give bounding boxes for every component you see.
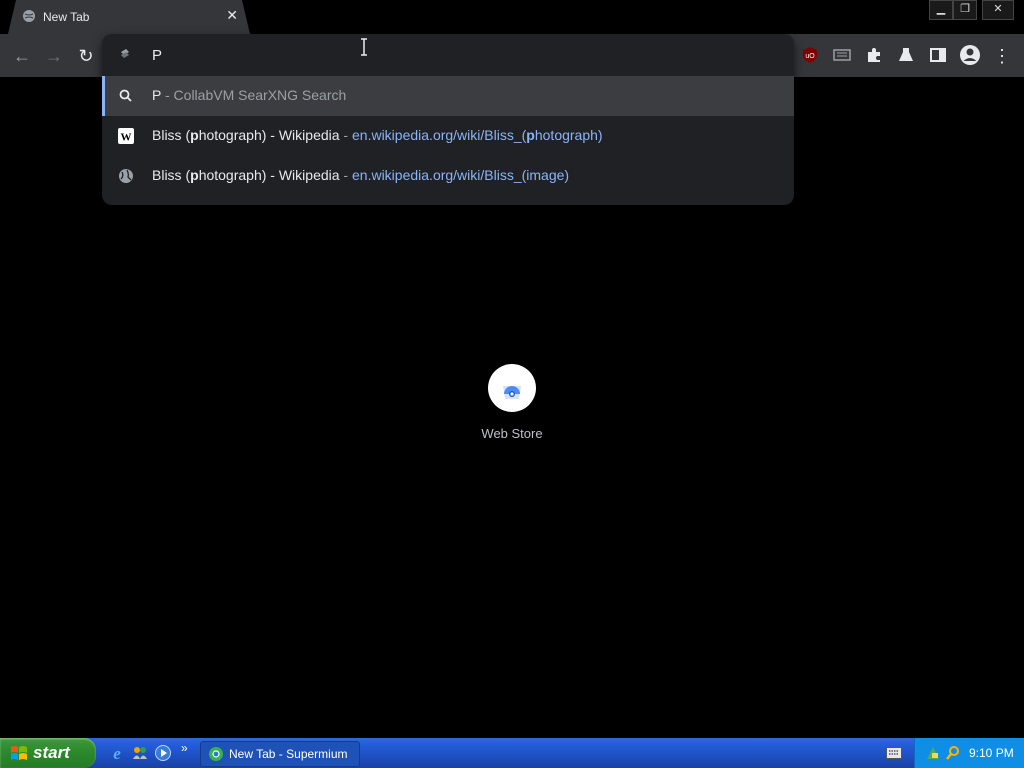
suggestion-title-match: p: [190, 127, 199, 143]
suggestion-text: Bliss (photograph) - Wikipedia - en.wiki…: [152, 167, 569, 183]
suggestion-title-rest: hotograph) - Wikipedia: [198, 167, 340, 183]
shortcut-label: Web Store: [481, 426, 543, 441]
system-tray: 9:10 PM: [914, 738, 1024, 768]
extension-grid-icon[interactable]: [832, 45, 852, 65]
site-info-icon[interactable]: [118, 46, 132, 60]
media-player-icon[interactable]: [154, 744, 172, 762]
omnibox-input-row: [102, 34, 794, 74]
menu-kebab-icon[interactable]: ⋮: [990, 44, 1014, 68]
suggestion-url-rest: hotograph): [534, 127, 603, 143]
quicklaunch-chevron[interactable]: »: [181, 741, 188, 755]
search-icon: [119, 89, 132, 102]
wikipedia-icon: W: [118, 128, 134, 144]
close-window-button[interactable]: ✕: [982, 0, 1014, 20]
suggestion-separator: -: [339, 127, 352, 143]
windows-logo-icon: [11, 746, 27, 760]
tab-title: New Tab: [43, 10, 90, 24]
internet-explorer-icon[interactable]: e: [108, 744, 126, 762]
keyboard-icon[interactable]: [886, 747, 902, 759]
search-tray-icon[interactable]: [945, 745, 961, 761]
globe-icon: [22, 9, 36, 23]
suggestion-query: P: [152, 87, 162, 103]
suggestion-url: en.wikipedia.org/wiki/Bliss_(: [352, 127, 527, 143]
suggestion-text: P - CollabVM SearXNG Search: [152, 87, 346, 103]
title-bar: New Tab ✕ ▁ ❐ ✕: [0, 0, 1024, 34]
suggestion-url-match: p: [526, 127, 535, 143]
back-button[interactable]: ←: [10, 44, 34, 68]
close-tab-icon[interactable]: ✕: [226, 7, 238, 24]
ublock-origin-icon[interactable]: uO: [800, 45, 820, 65]
messenger-icon[interactable]: [131, 744, 149, 762]
profile-avatar-icon[interactable]: [959, 44, 981, 66]
shortcut-tile: [488, 364, 536, 412]
side-panel-icon[interactable]: [928, 45, 948, 65]
suggestion-bliss-image[interactable]: Bliss (photograph) - Wikipedia - en.wiki…: [102, 156, 794, 196]
omnibox-popup: P - CollabVM SearXNG Search W Bliss (pho…: [102, 34, 794, 205]
web-store-icon: [503, 386, 521, 399]
text-cursor-icon: [361, 38, 367, 56]
taskbar: start e » New Tab - Supermium 9:10 PM: [0, 738, 1024, 768]
extensions-puzzle-icon[interactable]: [864, 45, 884, 65]
labs-flask-icon[interactable]: [896, 45, 916, 65]
suggestion-url: en.wikipedia.org/wiki/Bliss_(image): [352, 167, 570, 183]
suggestion-title: Bliss (: [152, 167, 191, 183]
supermium-icon: [209, 747, 223, 761]
suggestion-engine: CollabVM SearXNG Search: [173, 87, 347, 103]
address-bar-input[interactable]: [150, 42, 754, 68]
taskbar-window-supermium[interactable]: New Tab - Supermium: [200, 741, 360, 767]
suggestion-separator: -: [161, 87, 174, 103]
svg-text:W: W: [121, 132, 132, 144]
taskbar-window-title: New Tab - Supermium: [229, 747, 348, 761]
suggestion-bliss-photograph[interactable]: W Bliss (photograph) - Wikipedia - en.wi…: [102, 116, 794, 156]
start-label: start: [33, 743, 70, 762]
reload-button[interactable]: ↻: [74, 44, 98, 68]
svg-text:uO: uO: [805, 53, 815, 60]
minimize-button[interactable]: ▁: [929, 0, 953, 20]
tab-new-tab[interactable]: New Tab ✕: [8, 0, 250, 34]
suggestion-text: Bliss (photograph) - Wikipedia - en.wiki…: [152, 127, 603, 143]
suggestion-title: Bliss (: [152, 127, 191, 143]
suggestion-title-match: p: [190, 167, 199, 183]
shortcut-web-store[interactable]: Web Store: [472, 364, 552, 441]
forward-button[interactable]: →: [42, 44, 66, 68]
svg-text:e: e: [113, 744, 121, 762]
restore-button[interactable]: ❐: [953, 0, 977, 20]
start-button[interactable]: start: [0, 738, 96, 768]
network-icon[interactable]: [925, 745, 941, 761]
clock: 9:10 PM: [969, 746, 1014, 760]
suggestion-title-rest: hotograph) - Wikipedia: [198, 127, 340, 143]
globe-icon: [119, 169, 133, 183]
suggestion-separator: -: [339, 167, 352, 183]
suggestion-search[interactable]: P - CollabVM SearXNG Search: [102, 76, 794, 116]
